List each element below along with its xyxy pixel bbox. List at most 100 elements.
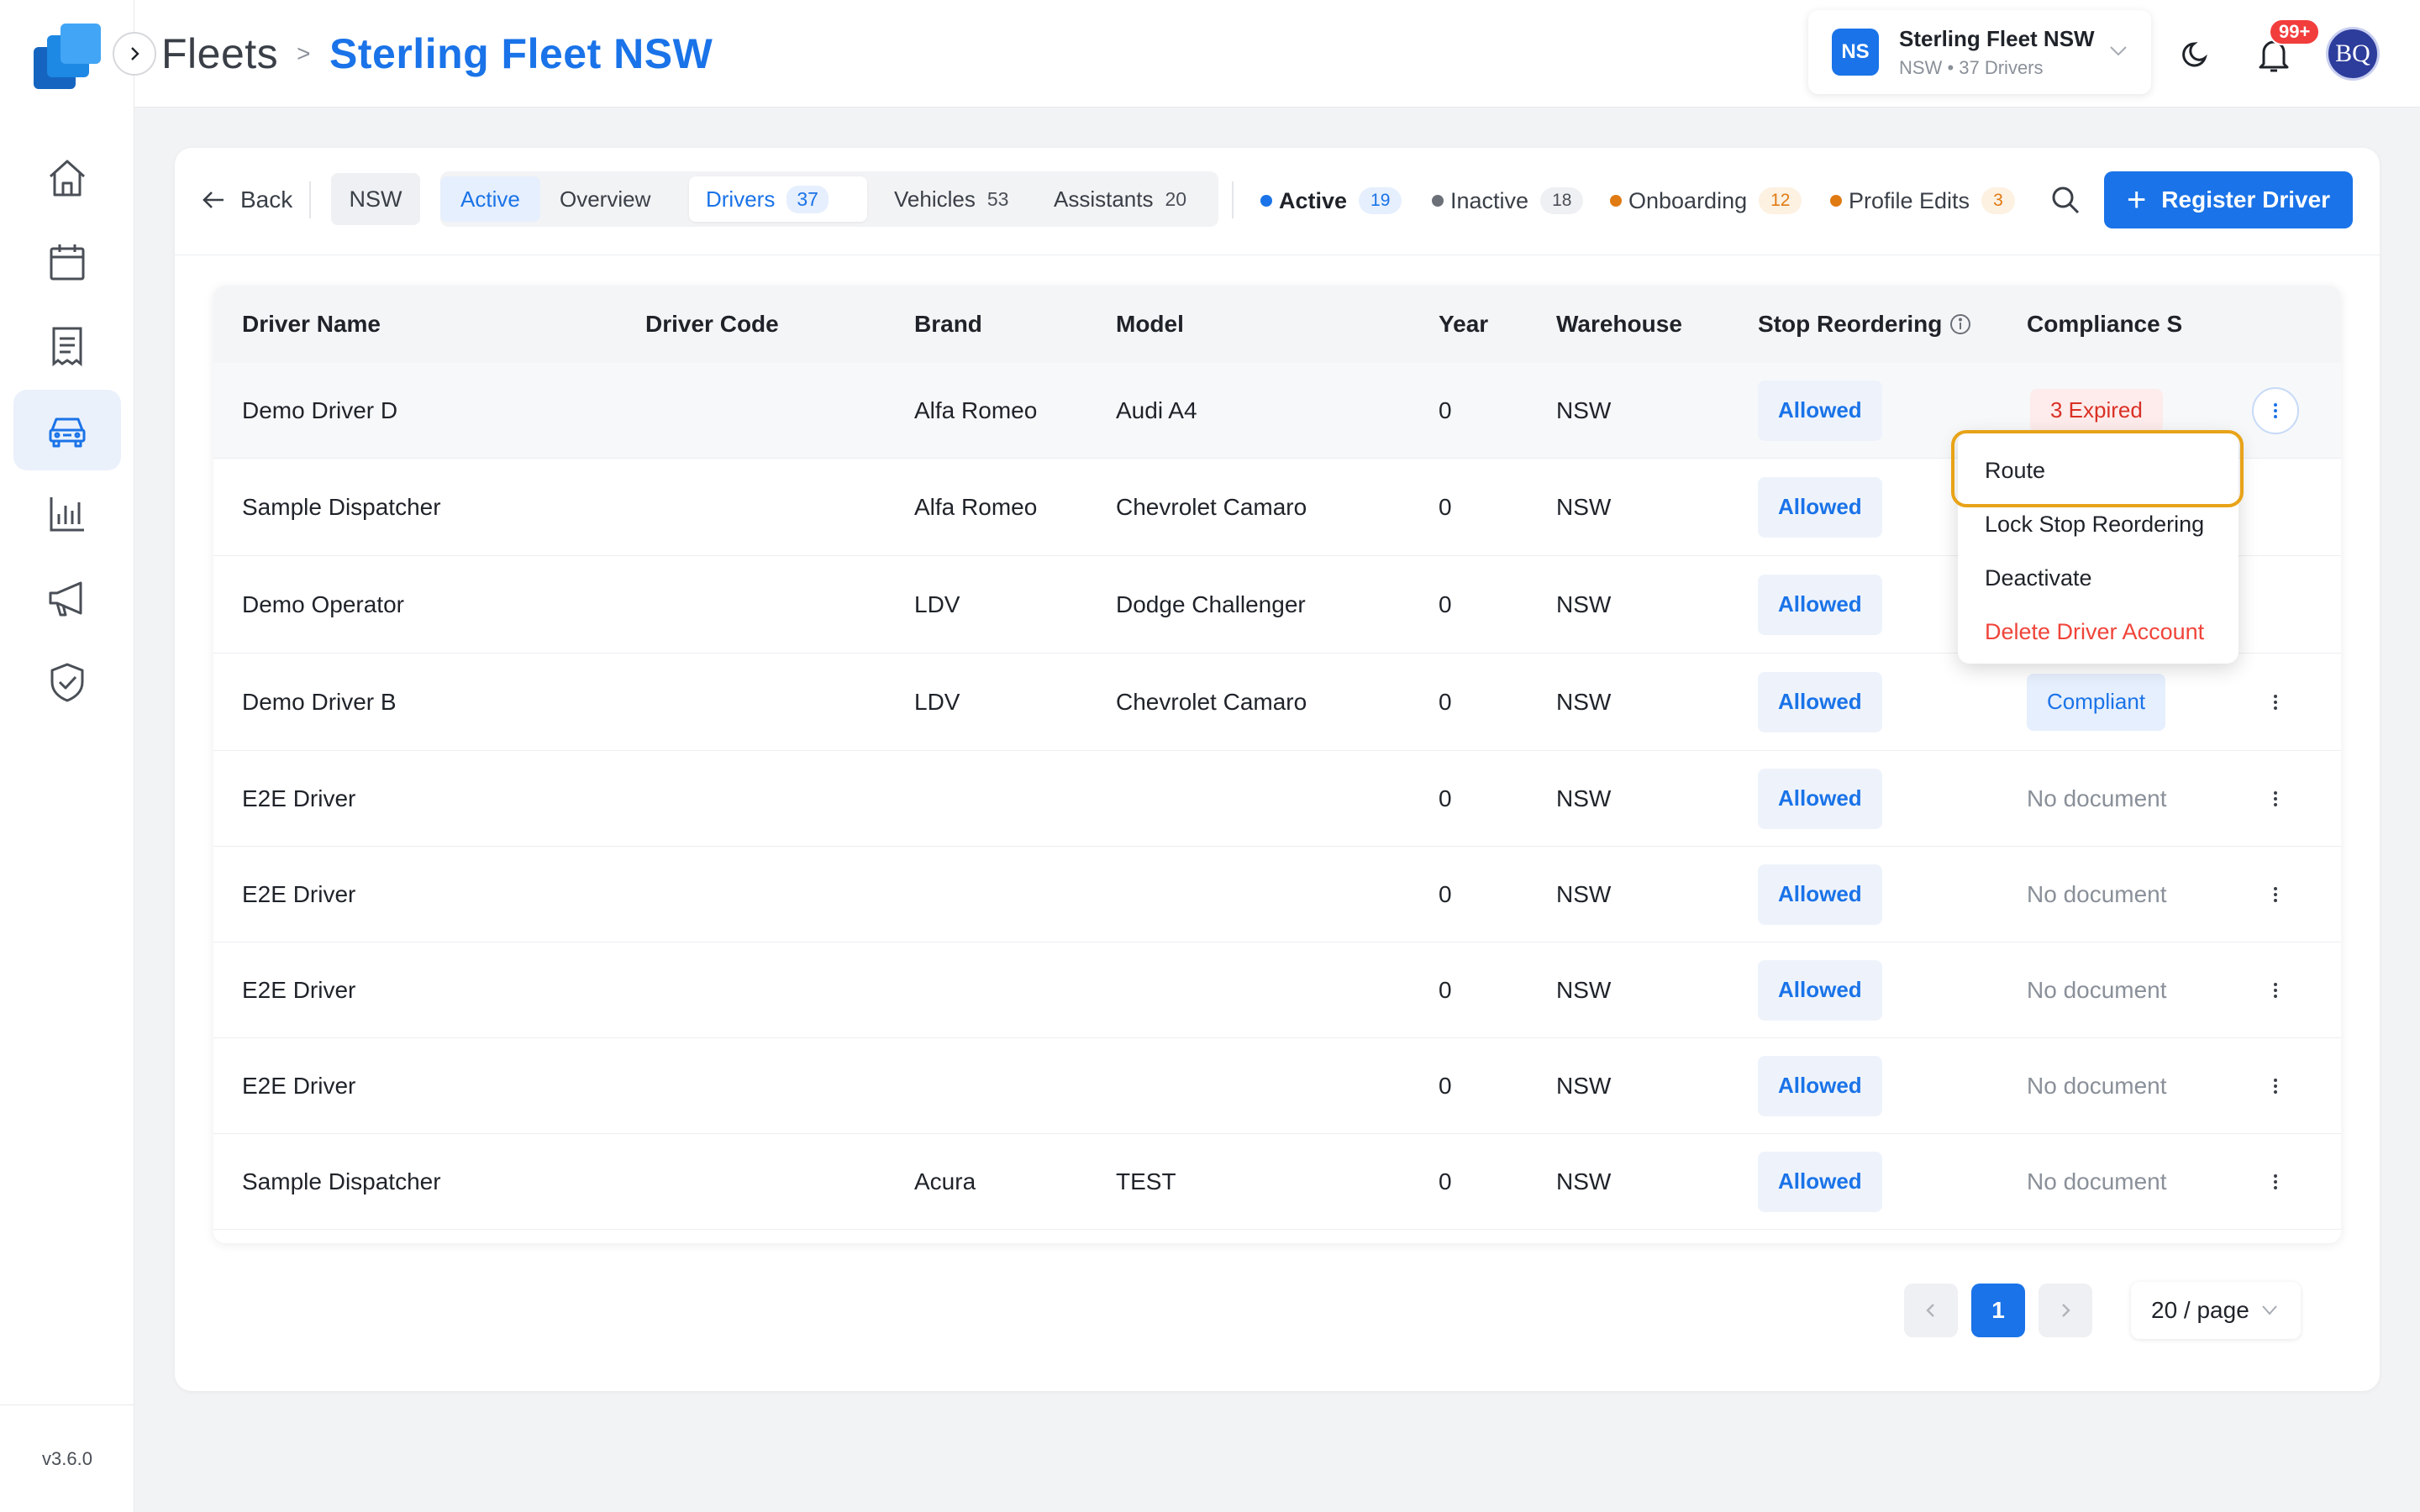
compliance-status-badge: No document	[2027, 785, 2167, 811]
row-actions-button[interactable]	[2259, 782, 2292, 816]
column-brand[interactable]: Brand	[914, 286, 982, 363]
cell-stop-reordering: Allowed	[1758, 363, 1882, 458]
sidebar-item-calendar[interactable]	[13, 222, 121, 302]
tab-overview[interactable]: Overview	[543, 176, 667, 222]
compliance-status-badge: 3 Expired	[2030, 388, 2163, 433]
user-avatar[interactable]: BQ	[2326, 27, 2380, 81]
compliance-status-badge: No document	[2027, 880, 2167, 907]
sidebar-item-announcements[interactable]	[13, 558, 121, 638]
row-actions-button[interactable]	[2252, 386, 2299, 434]
row-actions-button[interactable]	[2259, 974, 2292, 1007]
status-dot	[1432, 195, 1444, 207]
sidebar-item-home[interactable]	[13, 138, 121, 218]
cell-year: 0	[1439, 591, 1452, 617]
sidebar-toggle-button[interactable]	[113, 32, 156, 76]
column-warehouse[interactable]: Warehouse	[1556, 286, 1682, 363]
status-count: 3	[1981, 187, 2015, 214]
tab-count: 53	[986, 187, 1009, 210]
stop-reordering-badge: Allowed	[1758, 959, 1882, 1021]
cell-driver-name: Demo Driver B	[242, 688, 397, 715]
plus-icon: +	[2126, 181, 2147, 218]
megaphone-icon	[49, 581, 82, 617]
sidebar-item-compliance[interactable]	[13, 642, 121, 722]
row-actions-button[interactable]	[2259, 685, 2292, 719]
table-row[interactable]: E2E Driver 0 NSW Allowed No document	[213, 1038, 2341, 1134]
next-page-button[interactable]	[2039, 1284, 2092, 1337]
table-row[interactable]: E2E Driver 0 NSW Allowed No document	[213, 942, 2341, 1038]
status-filter-inactive[interactable]: Inactive 18	[1432, 181, 1584, 220]
cell-year: 0	[1439, 785, 1452, 811]
menu-item-deactivate[interactable]: Deactivate	[1985, 558, 2092, 598]
tab-assistants[interactable]: Assistants 20	[1037, 176, 1203, 222]
cell-brand: Alfa Romeo	[914, 493, 1038, 520]
fleet-switcher[interactable]: NS Sterling Fleet NSW NSW • 37 Drivers	[1808, 10, 2151, 94]
column-driver-code[interactable]: Driver Code	[645, 286, 779, 363]
page-size-select[interactable]: 20 / page	[2131, 1282, 2301, 1339]
tab-drivers[interactable]: Drivers 37	[689, 176, 867, 222]
bar-chart-icon	[50, 497, 84, 532]
column-compliance-status[interactable]: Compliance S	[2027, 286, 2182, 363]
cell-stop-reordering: Allowed	[1758, 1134, 1882, 1229]
column-driver-name[interactable]: Driver Name	[242, 286, 381, 363]
row-actions-button[interactable]	[2259, 1165, 2292, 1199]
back-button[interactable]: Back	[202, 178, 292, 222]
theme-toggle-button[interactable]	[2180, 37, 2213, 71]
shield-check-icon	[50, 663, 84, 702]
sidebar-item-fleets[interactable]	[13, 390, 121, 470]
stop-reordering-badge: Allowed	[1758, 1055, 1882, 1116]
table-row[interactable]: E2E Driver 0 NSW Allowed No document	[213, 847, 2341, 942]
cell-warehouse: NSW	[1556, 688, 1612, 715]
status-filter-active[interactable]: Active 19	[1260, 181, 1402, 220]
region-chip[interactable]: NSW	[331, 173, 420, 225]
page-button-current[interactable]: 1	[1971, 1284, 2025, 1337]
menu-item-delete-driver-account[interactable]: Delete Driver Account	[1985, 612, 2204, 652]
search-button[interactable]	[2049, 183, 2082, 217]
cell-warehouse: NSW	[1556, 493, 1612, 520]
table-row[interactable]: E2E Driver 0 NSW Allowed No document	[213, 751, 2341, 847]
table-row[interactable]: Demo Driver B LDV Chevrolet Camaro 0 NSW Allo…	[213, 654, 2341, 751]
drivers-table: Driver Name Driver Code Brand Model Year…	[213, 286, 2341, 1243]
column-model[interactable]: Model	[1116, 286, 1184, 363]
status-filter-profile-edits[interactable]: Profile Edits 3	[1830, 181, 2015, 220]
breadcrumb-separator: >	[297, 40, 312, 66]
tab-vehicles[interactable]: Vehicles 53	[877, 176, 1025, 222]
tab-label: Active	[460, 186, 520, 212]
toolbar-divider	[1232, 181, 1234, 218]
fleet-avatar: NS	[1832, 29, 1879, 76]
status-count: 19	[1359, 187, 1402, 214]
row-actions-button[interactable]	[2259, 878, 2292, 911]
car-icon	[49, 417, 86, 448]
stop-reordering-badge: Allowed	[1758, 1151, 1882, 1212]
cell-year: 0	[1439, 493, 1452, 520]
column-stop-reordering[interactable]: Stop Reordering	[1758, 286, 1972, 363]
tab-label: Vehicles	[894, 186, 976, 212]
cell-actions	[2259, 1038, 2292, 1133]
menu-item-lock-stop-reordering[interactable]: Lock Stop Reordering	[1985, 504, 2204, 544]
chevron-right-icon	[131, 47, 139, 60]
tab-active[interactable]: Active	[440, 176, 540, 222]
row-actions-button[interactable]	[2259, 1069, 2292, 1103]
table-row[interactable]: Sample Dispatcher Acura TEST 0 NSW Allowed No …	[213, 1134, 2341, 1230]
prev-page-button[interactable]	[1904, 1284, 1958, 1337]
cell-compliance-status: No document	[2027, 847, 2167, 942]
cell-actions	[2259, 751, 2292, 846]
breadcrumb-fleets[interactable]: Fleets	[161, 29, 278, 78]
cell-stop-reordering: Allowed	[1758, 847, 1882, 942]
app-logo[interactable]	[30, 22, 104, 94]
sidebar-item-orders[interactable]	[13, 306, 121, 386]
menu-focus-highlight	[1951, 430, 2244, 507]
info-icon[interactable]	[1949, 312, 1972, 336]
status-filter-onboarding[interactable]: Onboarding 12	[1610, 181, 1802, 220]
status-dot	[1830, 195, 1842, 207]
cell-warehouse: NSW	[1556, 1072, 1612, 1099]
register-driver-button[interactable]: + Register Driver	[2104, 171, 2353, 228]
sidebar-item-analytics[interactable]	[13, 474, 121, 554]
cell-driver-name: E2E Driver	[242, 785, 356, 811]
cell-driver-name: Sample Dispatcher	[242, 493, 441, 520]
back-label: Back	[240, 186, 293, 213]
drivers-card: Back NSW Active Overview Drivers 37 Vehi…	[175, 148, 2380, 1391]
chevron-right-icon	[2062, 1304, 2070, 1317]
cell-actions	[2259, 847, 2292, 942]
column-year[interactable]: Year	[1439, 286, 1488, 363]
chevron-down-icon	[2110, 46, 2127, 56]
